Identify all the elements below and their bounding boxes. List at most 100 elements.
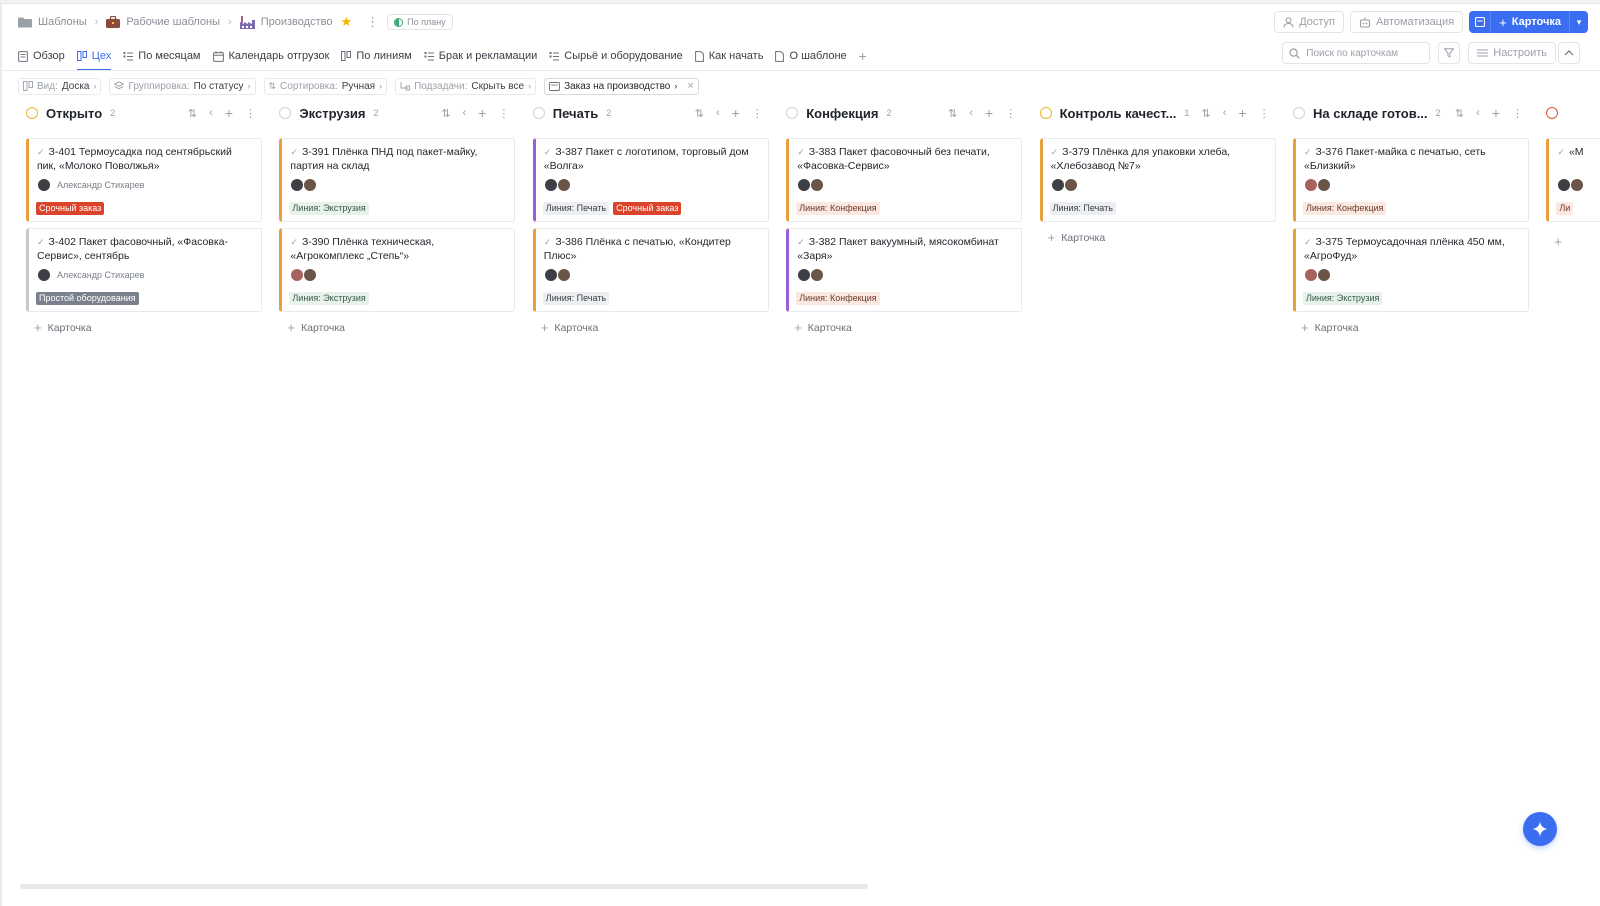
column-title[interactable]: Открыто [46,106,102,121]
board-card[interactable]: ✓ З-390 Плёнка техническая, «Агрокомплекс… [279,228,516,312]
check-icon[interactable]: ✓ [797,237,805,247]
new-card-dropdown-chevron-icon[interactable]: ▾ [1570,11,1588,33]
status-circle-icon[interactable] [26,107,38,119]
column-title[interactable]: Экструзия [299,106,365,121]
tab-5[interactable]: По линиям [341,42,412,70]
add-card-button[interactable]: + Карточка [1301,320,1359,335]
chevron-left-icon[interactable]: ‹ [716,107,720,119]
chevron-left-icon[interactable]: ‹ [969,107,973,119]
add-card-button[interactable]: + Карточка [34,320,92,335]
tab-7[interactable]: Сырьё и оборудование [549,42,683,70]
check-icon[interactable]: ✓ [1304,147,1312,157]
add-card-button[interactable]: + Карточка [794,320,852,335]
add-card-button[interactable]: + Карточка [287,320,345,335]
automation-button[interactable]: Автоматизация [1350,11,1464,33]
breadcrumb-production[interactable]: Производство ★ [239,14,352,30]
sort-icon[interactable]: ⇅ [188,107,197,120]
status-circle-icon[interactable] [1546,107,1559,119]
board-card[interactable]: ✓ З-375 Термоусадочная плёнка 450 мм, «Аг… [1293,228,1529,312]
sort-icon[interactable]: ⇅ [441,107,450,120]
column-title[interactable]: Печать [553,106,598,121]
status-circle-icon[interactable] [1293,107,1305,119]
tab-8[interactable]: Как начать [694,42,763,70]
add-card-button[interactable]: + Карточка [541,320,599,335]
board-card[interactable]: ✓ З-387 Пакет с логотипом, торговый дом «… [532,138,769,222]
status-pill[interactable]: По плану [387,14,453,30]
column-title[interactable]: На складе готов... [1313,106,1428,121]
check-icon[interactable]: ✓ [797,147,805,157]
sorting-chip[interactable]: ⇅ Сортировка: Ручная › [263,77,388,95]
sort-icon[interactable]: ⇅ [695,107,704,120]
tab-2[interactable]: Цех [76,42,111,71]
tab-1[interactable]: Обзор [18,42,65,70]
board-card[interactable]: ✓ «М Ли [1546,138,1600,222]
board-card[interactable]: ✓ З-376 Пакет-майка с печатью, сеть «Близ… [1293,138,1529,222]
new-card-button[interactable]: + Карточка [1491,11,1570,33]
board-card[interactable]: ✓ З-386 Плёнка с печатью, «Кондитер Плюс»… [532,228,769,312]
more-options-icon[interactable]: ⋮ [366,14,379,30]
collapse-header-button[interactable] [1558,42,1580,64]
check-icon[interactable]: ✓ [1557,147,1565,157]
add-card-plus-icon[interactable]: + [478,105,486,121]
card-template-button[interactable] [1469,11,1492,33]
add-card-plus-icon[interactable]: + [1492,105,1500,121]
tab-4[interactable]: Календарь отгрузок [212,42,329,70]
add-card-button[interactable]: + [1554,234,1562,249]
filter-button[interactable] [1438,42,1461,64]
active-filter-chip[interactable]: Заказ на производство › × [544,77,699,95]
check-icon[interactable]: ✓ [1304,237,1312,247]
chevron-left-icon[interactable]: ‹ [1223,107,1227,119]
column-menu-icon[interactable]: ⋮ [1512,107,1523,120]
column-menu-icon[interactable]: ⋮ [498,107,509,120]
status-circle-icon[interactable] [786,107,799,119]
access-button[interactable]: Доступ [1274,11,1344,33]
board-card[interactable]: ✓ З-402 Пакет фасовочный, «Фасовка-Сервис… [26,228,262,312]
column-menu-icon[interactable]: ⋮ [1259,107,1270,120]
chevron-left-icon[interactable]: ‹ [1476,107,1480,119]
status-circle-icon[interactable] [279,107,292,119]
column-menu-icon[interactable]: ⋮ [752,107,763,120]
board-card[interactable]: ✓ З-382 Пакет вакуумный, мясокомбинат «За… [786,228,1023,312]
add-card-plus-icon[interactable]: + [985,105,993,121]
ai-assistant-button[interactable] [1523,812,1557,846]
tab-9[interactable]: О шаблоне [775,42,847,70]
check-icon[interactable]: ✓ [544,237,552,247]
board-card[interactable]: ✓ З-379 Плёнка для упаковки хлеба, «Хлебо… [1039,138,1276,222]
card-search-input[interactable]: Поиск по карточкам [1282,42,1431,64]
chevron-left-icon[interactable]: ‹ [463,107,467,119]
check-icon[interactable]: ✓ [37,237,45,247]
tab-6[interactable]: Брак и рекламации [424,42,537,70]
check-icon[interactable]: ✓ [1051,147,1059,157]
subtasks-chip[interactable]: Подзадачи: Скрыть все › [395,77,537,95]
add-card-plus-icon[interactable]: + [1238,105,1246,121]
check-icon[interactable]: ✓ [290,237,298,247]
add-card-button[interactable]: + Карточка [1048,230,1106,245]
grouping-chip[interactable]: Группировка: По статусу › [109,77,256,95]
chevron-left-icon[interactable]: ‹ [209,107,213,119]
column-menu-icon[interactable]: ⋮ [1005,107,1016,120]
board-card[interactable]: ✓ З-383 Пакет фасовочный без печати, «Фас… [786,138,1023,222]
close-icon[interactable]: × [687,80,693,92]
status-circle-icon[interactable] [1039,107,1052,119]
board-card[interactable]: ✓ З-401 Термоусадка под сентябрьский пик,… [26,138,262,222]
sort-icon[interactable]: ⇅ [1455,107,1464,120]
add-card-plus-icon[interactable]: + [732,105,740,121]
view-chip[interactable]: Вид: Доска › [18,77,102,95]
configure-button[interactable]: Настроить [1468,42,1556,64]
horizontal-scrollbar[interactable] [20,884,868,889]
add-card-plus-icon[interactable]: + [225,105,233,121]
check-icon[interactable]: ✓ [290,147,298,157]
check-icon[interactable]: ✓ [544,147,552,157]
column-menu-icon[interactable]: ⋮ [245,107,256,120]
status-circle-icon[interactable] [532,107,545,119]
add-tab-plus-icon[interactable]: + [859,48,867,64]
favorite-star-icon[interactable]: ★ [340,14,352,30]
sort-icon[interactable]: ⇅ [948,107,957,120]
breadcrumb-templates[interactable]: Шаблоны [18,16,87,28]
check-icon[interactable]: ✓ [37,147,45,157]
breadcrumb-work-templates[interactable]: Рабочие шаблоны [106,16,220,28]
column-title[interactable]: Контроль качест... [1060,106,1177,121]
sort-icon[interactable]: ⇅ [1202,107,1211,120]
column-title[interactable]: Конфекция [806,106,878,121]
board-card[interactable]: ✓ З-391 Плёнка ПНД под пакет-майку, парти… [279,138,516,222]
